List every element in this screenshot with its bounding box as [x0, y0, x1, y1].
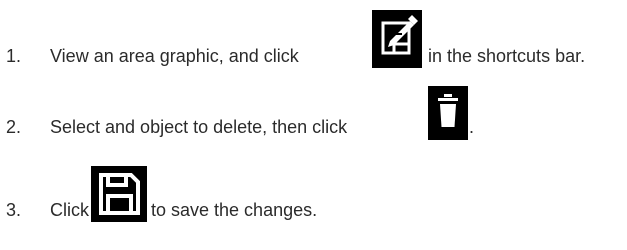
save-icon	[91, 166, 147, 222]
step-text: View an area graphic, and click	[50, 46, 299, 66]
step-text: Click	[50, 200, 89, 220]
step-text: in the shortcuts bar.	[428, 46, 586, 66]
step-text: to save the changes.	[151, 200, 318, 220]
step-number: 2.	[6, 117, 22, 137]
trash-icon	[428, 86, 468, 140]
step-number: 1.	[6, 46, 22, 66]
step-text: Select and object to delete, then click	[50, 117, 348, 137]
step-number: 3.	[6, 200, 22, 220]
step-text: .	[469, 117, 475, 137]
edit-icon	[372, 10, 422, 68]
